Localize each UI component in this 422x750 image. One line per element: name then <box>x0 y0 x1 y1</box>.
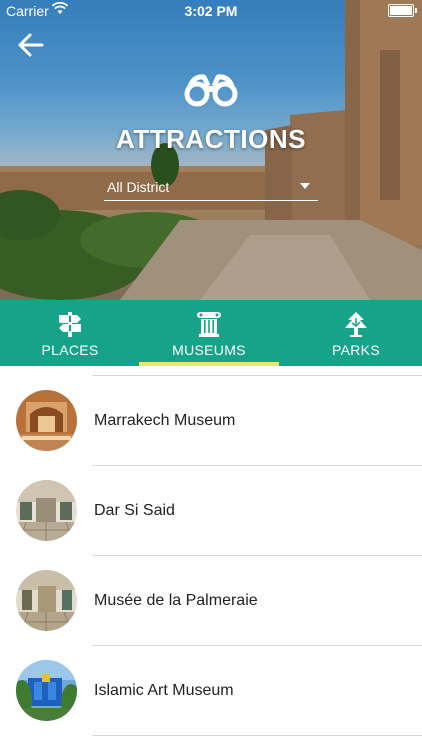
district-select-value: All District <box>107 179 170 195</box>
museum-thumbnail <box>16 480 77 541</box>
category-tab-bar: PLACES MUSEUMS PARKS <box>0 300 422 366</box>
page-title: ATTRACTIONS <box>116 124 306 154</box>
tab-parks[interactable]: PARKS <box>286 300 422 366</box>
dropdown-caret-icon <box>300 183 310 189</box>
list-item[interactable]: Musée de la Palmeraie <box>0 556 422 646</box>
list-item[interactable]: Marrakech Museum <box>0 376 422 466</box>
district-select[interactable]: All District <box>104 176 318 201</box>
status-time: 3:02 PM <box>184 3 238 19</box>
tab-places-label: PLACES <box>41 342 99 358</box>
battery-icon <box>388 4 417 17</box>
list-divider <box>92 735 422 736</box>
attractions-list: Marrakech Museum Dar Si Said Musée de la… <box>0 366 422 750</box>
tab-museums[interactable]: MUSEUMS <box>139 300 279 366</box>
tab-museums-label: MUSEUMS <box>172 342 246 358</box>
status-bar: Carrier 3:02 PM <box>0 0 422 22</box>
item-name: Islamic Art Museum <box>94 682 234 699</box>
item-name: Dar Si Said <box>94 502 175 519</box>
signpost-icon <box>59 312 81 337</box>
list-item[interactable]: Islamic Art Museum <box>0 646 422 736</box>
museum-thumbnail <box>16 570 77 631</box>
list-item[interactable]: Dar Si Said <box>0 466 422 556</box>
header-hero: Carrier 3:02 PM ATTRACTIONS All District <box>0 0 422 300</box>
museum-thumbnail <box>16 390 77 451</box>
tree-icon <box>345 312 367 337</box>
tab-parks-label: PARKS <box>332 342 380 358</box>
binoculars-icon <box>184 74 238 107</box>
back-arrow-icon[interactable] <box>16 30 46 60</box>
museum-thumbnail <box>16 660 77 721</box>
item-name: Marrakech Museum <box>94 412 236 429</box>
museum-column-icon <box>197 312 221 337</box>
tab-places[interactable]: PLACES <box>0 300 140 366</box>
item-name: Musée de la Palmeraie <box>94 592 258 609</box>
